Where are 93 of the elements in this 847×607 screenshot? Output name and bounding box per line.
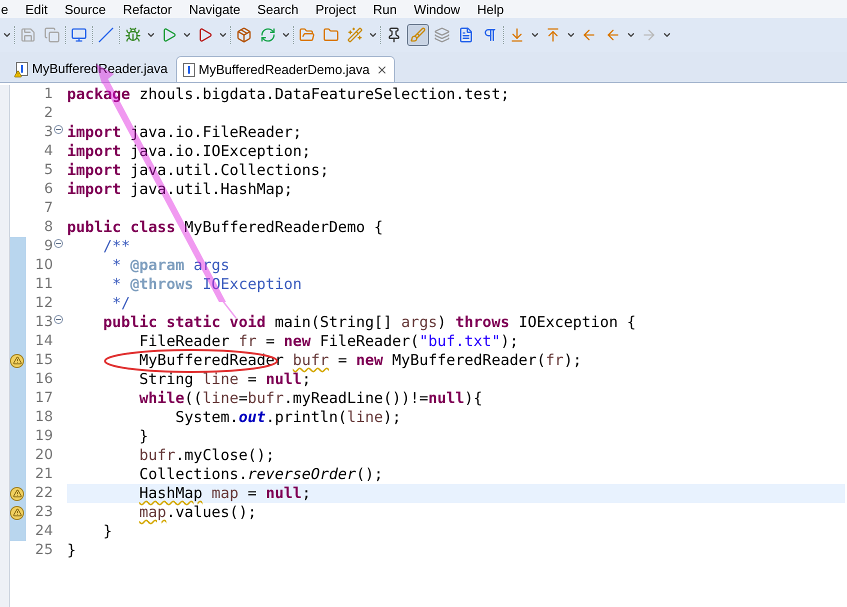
line-number: 6 <box>44 180 53 199</box>
close-icon[interactable] <box>376 64 388 76</box>
code-line: public class MyBufferedReaderDemo { <box>67 218 384 237</box>
menu-item[interactable]: Navigate <box>188 2 240 16</box>
line-number: 18 <box>35 408 53 427</box>
code-line: Collections.reverseOrder(); <box>139 465 384 484</box>
monitor-icon <box>71 27 87 43</box>
menu-item[interactable]: Search <box>257 2 298 16</box>
run-icon <box>161 27 177 43</box>
line-number: 1 <box>44 85 53 104</box>
folder-icon <box>323 27 339 43</box>
line-number: 12 <box>35 294 53 313</box>
code-line: bufr.myClose(); <box>139 446 275 465</box>
line-number: 3 <box>44 123 53 142</box>
dropdown-icon[interactable] <box>218 30 228 40</box>
line-number: 8 <box>44 218 53 237</box>
line-number: 13 <box>35 313 53 332</box>
brush-icon <box>410 27 426 43</box>
package-icon <box>236 27 252 43</box>
bug-icon <box>125 27 141 43</box>
menu-item[interactable]: Project <box>316 2 356 16</box>
folder-icon <box>299 27 315 43</box>
wand-icon <box>347 27 363 43</box>
dropdown-icon[interactable] <box>182 30 192 40</box>
save-icon <box>20 27 36 43</box>
line-number: 22 <box>35 484 53 503</box>
menu-item[interactable]: Window <box>414 2 460 16</box>
line-number: 7 <box>44 199 53 218</box>
dropdown-icon[interactable] <box>281 30 291 40</box>
dropdown-icon[interactable] <box>530 30 540 40</box>
line-number: 10 <box>35 256 53 275</box>
line-number: 19 <box>35 427 53 446</box>
line-number: 16 <box>35 370 53 389</box>
play-icon <box>197 27 213 43</box>
code-line: import java.util.Collections; <box>67 161 329 180</box>
line-number: 5 <box>44 161 53 180</box>
line-number: 11 <box>35 275 53 294</box>
menu-item[interactable]: Source <box>64 2 106 16</box>
pin-icon <box>386 27 402 43</box>
slash-icon <box>98 27 114 43</box>
line-number: 21 <box>35 465 53 484</box>
fold-icon[interactable] <box>54 125 63 134</box>
code-line: } <box>67 541 76 560</box>
code-line: System.out.println(line); <box>175 408 402 427</box>
code-line: */ <box>112 294 130 313</box>
code-line: public static void main(String[] args) throws IOException { <box>103 313 636 332</box>
layers-icon <box>434 27 450 43</box>
dropdown-icon[interactable] <box>368 30 378 40</box>
menu-item[interactable]: Run <box>372 2 397 16</box>
refresh-icon <box>260 27 276 43</box>
tab-label: MyBufferedReaderDemo.java <box>198 60 370 79</box>
line-number: 23 <box>35 503 53 522</box>
dropdown-icon[interactable] <box>662 30 672 40</box>
line-number: 2 <box>44 104 53 123</box>
code-line: FileReader fr = new FileReader("buf.txt"); <box>139 332 519 351</box>
line-number: 24 <box>35 522 53 541</box>
fold-icon[interactable] <box>54 315 63 324</box>
code-line: import java.io.IOException; <box>67 142 311 161</box>
code-line: * @throws IOException <box>112 275 302 294</box>
menu-item[interactable]: Edit <box>25 2 48 16</box>
line-number: 4 <box>44 142 53 161</box>
dropdown-icon[interactable] <box>2 30 12 40</box>
arrow-down-icon <box>509 27 525 43</box>
dropdown-icon[interactable] <box>626 30 636 40</box>
arrow-up-icon <box>545 27 561 43</box>
menu-item[interactable]: e <box>1 2 8 16</box>
code-line: import java.io.FileReader; <box>67 123 302 142</box>
pilcrow-icon <box>482 27 498 43</box>
code-line: while((line=bufr.myReadLine())!=null){ <box>139 389 482 408</box>
code-line: HashMap map = null; <box>139 484 311 503</box>
dropdown-icon[interactable] <box>566 30 576 40</box>
menu-item[interactable]: Refactor <box>122 2 172 16</box>
dropdown-icon[interactable] <box>146 30 156 40</box>
code-line: package zhouls.bigdata.DataFeatureSelection.test; <box>67 85 510 104</box>
document-icon <box>458 27 474 43</box>
fold-icon[interactable] <box>54 239 63 248</box>
line-number: 14 <box>35 332 53 351</box>
line-number: 9 <box>44 237 53 256</box>
line-number: 17 <box>35 389 53 408</box>
code-line: import java.util.HashMap; <box>67 180 293 199</box>
menu-item[interactable]: Help <box>477 2 504 16</box>
editor-tab[interactable]: MyBufferedReaderDemo.java <box>176 56 395 82</box>
code-line: /** <box>103 237 130 256</box>
line-number: 15 <box>35 351 53 370</box>
code-line: String line = null; <box>139 370 311 389</box>
editor-tab[interactable]: MyBufferedReader.java <box>10 56 174 82</box>
code-line: map.values(); <box>139 503 257 522</box>
code-line: } <box>139 427 148 446</box>
tab-label: MyBufferedReader.java <box>32 60 168 78</box>
line-number: 20 <box>35 446 53 465</box>
code-line: * @param args <box>112 256 230 275</box>
code-line: } <box>103 522 112 541</box>
line-number: 25 <box>35 541 53 560</box>
